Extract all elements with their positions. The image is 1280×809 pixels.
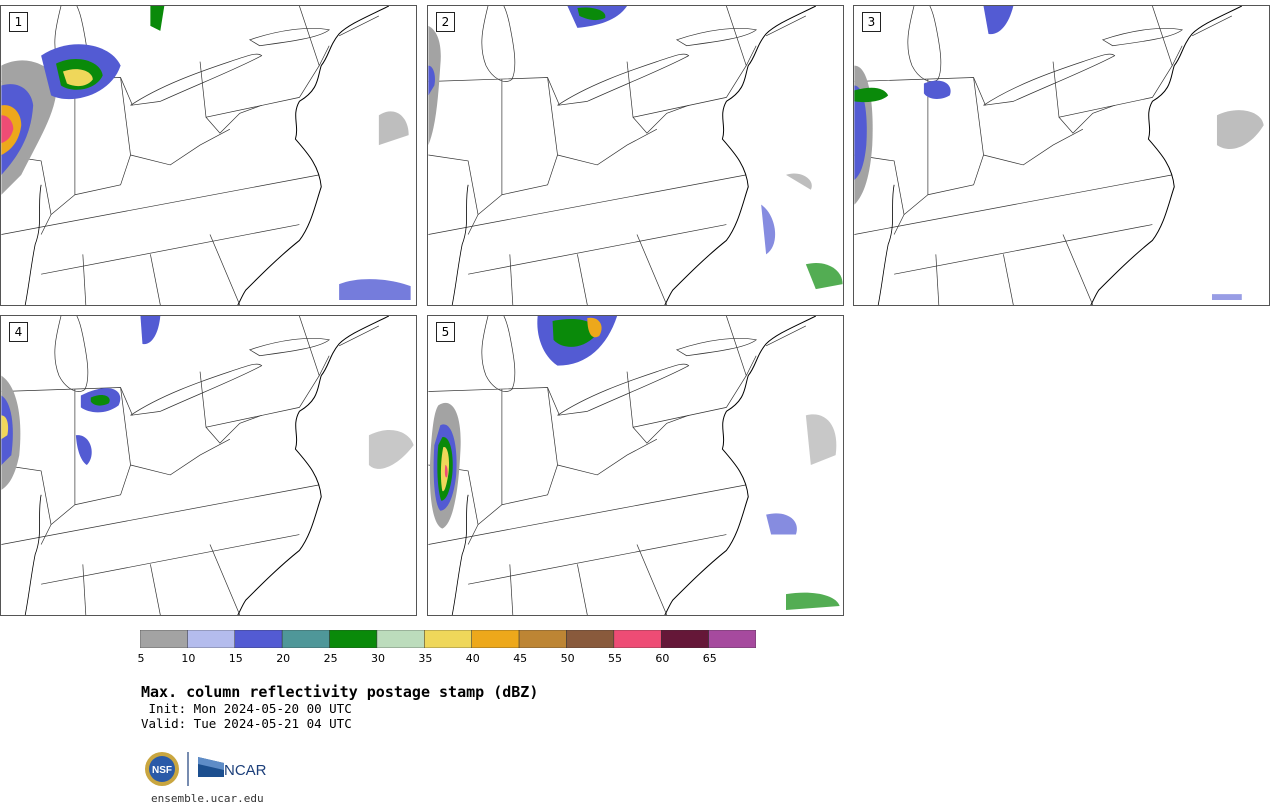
colorbar-tick-label: 60 [655, 652, 670, 665]
colorbar-tick-label: 40 [465, 652, 480, 665]
map-3 [854, 6, 1264, 305]
colorbar-tick-label: 35 [418, 652, 433, 665]
map-panel-5: 5 [427, 315, 844, 616]
valid-time: Valid: Tue 2024-05-21 04 UTC [141, 716, 352, 731]
colorbar-swatch [376, 630, 425, 648]
colorbar-tick-label: 5 [137, 652, 145, 665]
nsf-logo-text: NSF [152, 765, 172, 776]
colorbar-labels: 5 10 15 20 25 30 35 40 45 50 55 60 65 [137, 652, 780, 666]
panel-number: 2 [436, 12, 455, 32]
site-url: ensemble.ucar.edu [151, 792, 264, 805]
ncar-logo-text: NCAR [224, 762, 267, 779]
colorbar-swatch [424, 630, 472, 648]
colorbar-swatch [329, 630, 378, 648]
panel-number: 3 [862, 12, 881, 32]
colorbar-swatch [708, 630, 756, 648]
colorbar-swatch [660, 630, 709, 648]
colorbar-tick-label: 45 [513, 652, 528, 665]
colorbar-swatch [566, 630, 615, 648]
colorbar-swatch [613, 630, 662, 648]
colorbar-tick-label: 30 [371, 652, 385, 665]
map-2 [428, 6, 843, 305]
colorbar-tick-label: 65 [702, 652, 717, 665]
init-time: Init: Mon 2024-05-20 00 UTC [141, 701, 352, 716]
map-panel-3: 3 [853, 5, 1270, 306]
colorbar-swatch [140, 630, 188, 648]
map-5 [428, 316, 840, 615]
map-panel-4: 4 [0, 315, 417, 616]
logos: NSF NCAR [145, 752, 267, 786]
map-panel-1: 1 [0, 5, 417, 306]
colorbar-swatch [234, 630, 283, 648]
panel-number: 1 [9, 12, 28, 32]
colorbar [140, 630, 756, 648]
ncar-logo: NCAR [198, 757, 267, 779]
map-panel-2: 2 [427, 5, 844, 306]
colorbar-tick-label: 55 [608, 652, 622, 665]
colorbar-swatch [471, 630, 520, 648]
panel-number: 4 [9, 322, 28, 342]
nsf-logo: NSF [145, 752, 179, 786]
colorbar-tick-label: 20 [276, 652, 291, 665]
figure-title: Max. column reflectivity postage stamp (… [141, 683, 539, 701]
colorbar-swatch [187, 630, 236, 648]
colorbar-swatch [281, 630, 330, 648]
map-4 [1, 316, 414, 615]
colorbar-tick-label: 10 [181, 652, 196, 665]
colorbar-tick-label: 25 [323, 652, 338, 665]
colorbar-tick-label: 15 [228, 652, 243, 665]
map-1 [1, 6, 411, 305]
colorbar-swatch [518, 630, 567, 648]
colorbar-tick-label: 50 [560, 652, 575, 665]
panel-number: 5 [436, 322, 455, 342]
